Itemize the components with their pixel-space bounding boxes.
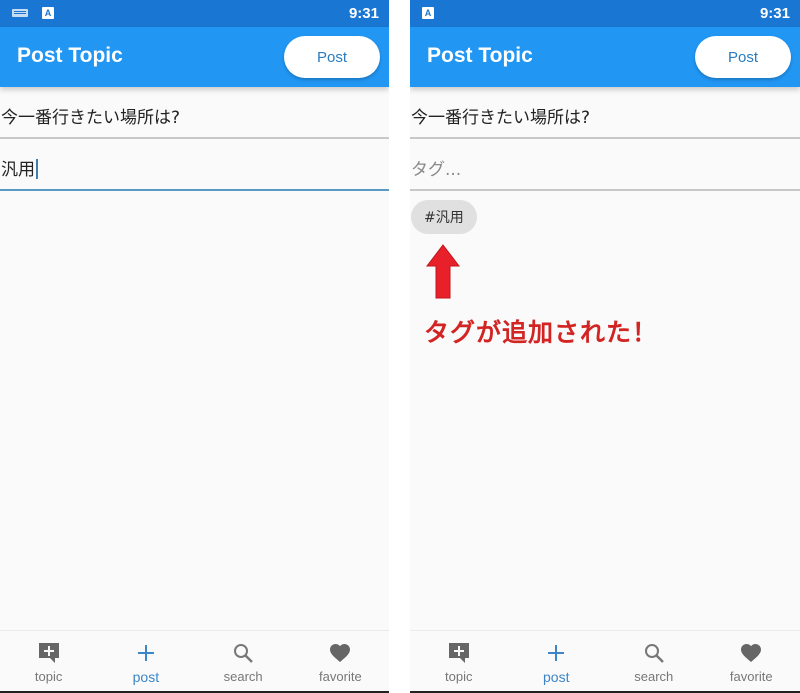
nav-item-topic[interactable]: topic — [0, 631, 97, 691]
bottom-nav: topic post search favorite — [0, 630, 389, 691]
nav-item-post[interactable]: post — [97, 631, 194, 691]
status-time: 9:31 — [348, 5, 379, 22]
screen-after: A 9:31 Post Topic Post 今一番行きたい場所は? タグ...… — [410, 0, 800, 693]
nav-label: search — [223, 669, 263, 684]
app-bar: Post Topic Post — [410, 27, 800, 87]
tag-input-placeholder: タグ... — [411, 160, 462, 180]
arrow-up-icon — [426, 244, 460, 299]
nav-item-topic[interactable]: topic — [410, 631, 508, 691]
a-icon: A — [42, 7, 54, 19]
heart-icon — [741, 644, 762, 662]
search-icon — [234, 644, 253, 663]
status-bar: A 9:31 — [0, 0, 389, 27]
annotation-text: タグが追加された！ — [424, 318, 659, 347]
text-caret — [36, 159, 38, 179]
tag-chip[interactable]: #汎用 — [411, 200, 477, 234]
nav-item-favorite[interactable]: favorite — [292, 631, 389, 691]
screen-before: A 9:31 Post Topic Post 今一番行きたい場所は? 汎用 to… — [0, 0, 389, 693]
title-input-value: 今一番行きたい場所は? — [1, 108, 181, 128]
nav-label: search — [634, 669, 674, 684]
post-button[interactable]: Post — [284, 36, 380, 78]
status-time: 9:31 — [759, 5, 790, 22]
add-comment-icon — [38, 643, 59, 663]
nav-item-search[interactable]: search — [195, 631, 292, 691]
page-title: Post Topic — [17, 44, 123, 67]
page-title: Post Topic — [427, 44, 533, 67]
post-button[interactable]: Post — [695, 36, 791, 78]
heart-icon — [330, 644, 351, 662]
nav-item-favorite[interactable]: favorite — [703, 631, 800, 691]
search-icon — [644, 644, 664, 663]
nav-label: topic — [445, 669, 473, 684]
tag-chip-label: #汎用 — [424, 210, 464, 226]
tag-input-value: 汎用 — [1, 160, 35, 180]
nav-label: post — [543, 669, 570, 685]
plus-icon — [137, 645, 154, 661]
nav-item-post[interactable]: post — [508, 631, 606, 691]
nav-label: topic — [34, 669, 63, 684]
title-input-value: 今一番行きたい場所は? — [411, 108, 591, 128]
title-input[interactable]: 今一番行きたい場所は? — [0, 89, 389, 139]
keyboard-icon — [12, 9, 28, 17]
a-icon: A — [422, 7, 434, 19]
title-input[interactable]: 今一番行きたい場所は? — [410, 89, 800, 139]
tag-input[interactable]: タグ... — [410, 141, 800, 191]
nav-label: favorite — [729, 669, 773, 684]
nav-label: favorite — [319, 669, 362, 684]
status-bar: A 9:31 — [410, 0, 800, 27]
bottom-nav: topic post search favorite — [410, 630, 800, 691]
nav-item-search[interactable]: search — [605, 631, 703, 691]
add-comment-icon — [448, 643, 469, 663]
nav-label: post — [132, 669, 160, 685]
plus-icon — [548, 645, 565, 661]
tag-input[interactable]: 汎用 — [0, 141, 389, 191]
app-bar: Post Topic Post — [0, 27, 389, 87]
